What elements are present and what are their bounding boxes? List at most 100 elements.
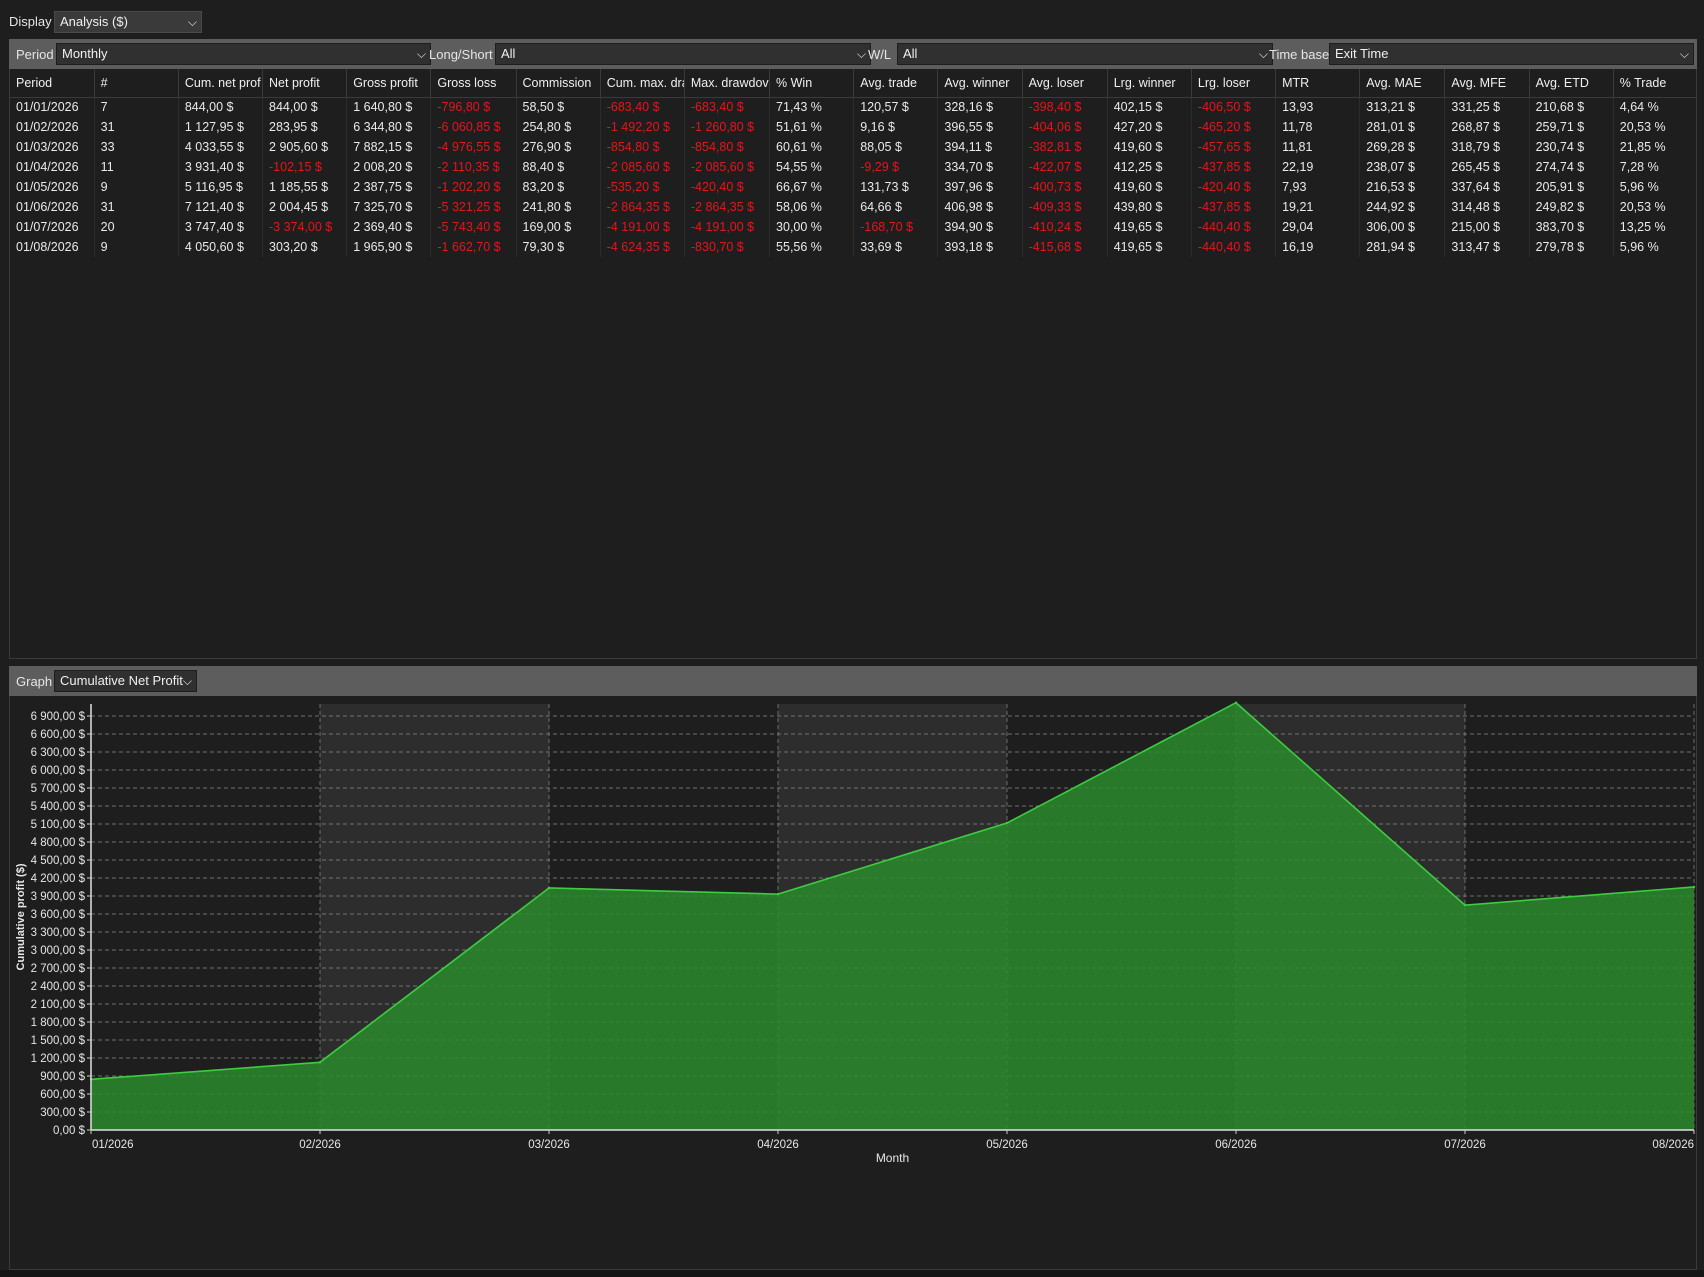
table-cell: -854,80 $	[684, 137, 771, 157]
table-cell: 216,53 $	[1359, 177, 1446, 197]
table-cell: 283,95 $	[262, 117, 348, 137]
table-cell: 303,20 $	[262, 237, 348, 257]
table-cell: 55,56 %	[769, 237, 855, 257]
period-dropdown[interactable]: Monthly ⌵	[56, 43, 431, 65]
chart-x-tick-label: 08/2026	[1652, 1139, 1694, 1151]
table-cell: 7,28 %	[1613, 157, 1696, 177]
table-cell: 169,00 $	[516, 217, 601, 237]
column-header[interactable]: Max. drawdov	[684, 69, 771, 98]
chart-y-tick-label: 3 600,00 $	[31, 909, 86, 921]
table-cell: -382,81 $	[1022, 137, 1108, 157]
column-header[interactable]: Avg. ETD	[1529, 69, 1614, 98]
column-header[interactable]: Avg. winner	[937, 69, 1023, 98]
time-base-label: Time base	[1269, 47, 1330, 62]
column-header[interactable]: Avg. MFE	[1444, 69, 1530, 98]
column-header[interactable]: % Trade	[1613, 69, 1696, 98]
table-cell: -440,40 $	[1191, 217, 1277, 237]
table-row[interactable]: 01/05/2026 9 5 116,95 $1 185,55 $2 387,75 …	[10, 177, 1696, 197]
table-cell: 279,78 $	[1529, 237, 1614, 257]
table-cell: 210,68 $	[1529, 97, 1614, 117]
table-cell: -6 060,85 $	[430, 117, 517, 137]
wl-dropdown[interactable]: All ⌵	[897, 43, 1273, 65]
table-row[interactable]: 01/01/2026 7 844,00 $844,00 $1 640,80 $ -79…	[10, 97, 1696, 117]
table-cell: -4 191,00 $	[684, 217, 771, 237]
chart-data-point	[1234, 701, 1238, 704]
table-cell: 88,05 $	[853, 137, 939, 157]
table-cell: -9,29 $	[853, 157, 939, 177]
table-cell: 58,50 $	[516, 97, 601, 117]
table-cell: 33,69 $	[853, 237, 939, 257]
column-header[interactable]: Avg. trade	[853, 69, 939, 98]
table-cell: 9	[94, 237, 179, 257]
table-cell: -4 191,00 $	[600, 217, 685, 237]
column-header[interactable]: Commission	[516, 69, 601, 98]
chart-x-tick-label: 06/2026	[1215, 1139, 1257, 1151]
chart-y-tick-label: 4 800,00 $	[31, 837, 86, 849]
table-cell: 419,60 $	[1107, 137, 1192, 157]
chart-y-tick-label: 1 800,00 $	[31, 1017, 86, 1029]
table-cell: 394,90 $	[937, 217, 1023, 237]
table-cell: 419,60 $	[1107, 177, 1192, 197]
table-cell: 215,00 $	[1444, 217, 1530, 237]
column-header[interactable]: Cum. net prof	[178, 69, 264, 98]
table-cell: 5 116,95 $	[178, 177, 264, 197]
long-short-dropdown[interactable]: All ⌵	[495, 43, 871, 65]
chart-y-tick-label: 6 600,00 $	[31, 729, 86, 741]
chart-y-tick-label: 6 000,00 $	[31, 765, 86, 777]
table-cell: -415,68 $	[1022, 237, 1108, 257]
table-cell: -2 864,35 $	[684, 197, 771, 217]
period-value: Monthly	[62, 46, 108, 61]
column-header[interactable]: MTR	[1275, 69, 1361, 98]
table-cell: 268,87 $	[1444, 117, 1530, 137]
table-cell: 334,70 $	[937, 157, 1023, 177]
table-cell: 11,78	[1275, 117, 1361, 137]
column-header[interactable]: Gross loss	[430, 69, 517, 98]
table-row[interactable]: 01/06/2026 31 7 121,40 $2 004,45 $7 325,70…	[10, 197, 1696, 217]
analysis-table-panel: Period # Cum. net prof Net profit Gross prof…	[9, 69, 1697, 659]
table-cell: 396,55 $	[937, 117, 1023, 137]
table-row[interactable]: 01/02/2026 31 1 127,95 $283,95 $6 344,80 $…	[10, 117, 1696, 137]
column-header[interactable]: Net profit	[262, 69, 348, 98]
wl-value: All	[903, 46, 918, 61]
table-cell: 313,21 $	[1359, 97, 1446, 117]
table-cell: 393,18 $	[937, 237, 1023, 257]
table-cell: 9,16 $	[853, 117, 939, 137]
table-row[interactable]: 01/03/2026 33 4 033,55 $2 905,60 $7 882,15…	[10, 137, 1696, 157]
chart-y-tick-label: 2 100,00 $	[31, 999, 86, 1011]
table-cell: 394,11 $	[937, 137, 1023, 157]
column-header[interactable]: Avg. loser	[1022, 69, 1108, 98]
table-cell: -409,33 $	[1022, 197, 1108, 217]
chart-data-point	[1463, 903, 1467, 907]
table-cell: 7,93	[1275, 177, 1361, 197]
column-header[interactable]: Lrg. loser	[1191, 69, 1277, 98]
table-cell: 313,47 $	[1444, 237, 1530, 257]
column-header[interactable]: Gross profit	[346, 69, 432, 98]
column-header[interactable]: Lrg. winner	[1107, 69, 1192, 98]
column-header[interactable]: Period	[10, 69, 95, 98]
column-header[interactable]: Avg. MAE	[1359, 69, 1446, 98]
table-cell: 01/08/2026	[10, 237, 95, 257]
time-base-dropdown[interactable]: Exit Time ⌵	[1329, 43, 1694, 65]
table-cell: 254,80 $	[516, 117, 601, 137]
table-cell: 241,80 $	[516, 197, 601, 217]
chart-y-tick-label: 5 400,00 $	[31, 801, 86, 813]
chart-y-tick-label: 6 900,00 $	[31, 711, 86, 723]
table-cell: 402,15 $	[1107, 97, 1192, 117]
chevron-down-icon: ⌵	[187, 15, 197, 29]
table-row[interactable]: 01/08/2026 9 4 050,60 $303,20 $1 965,90 $ -…	[10, 237, 1696, 257]
table-row[interactable]: 01/07/2026 20 3 747,40 $ -3 374,00 $2 369,4…	[10, 217, 1696, 237]
table-row[interactable]: 01/04/2026 11 3 931,40 $ -102,15 $2 008,20 …	[10, 157, 1696, 177]
table-cell: -1 260,80 $	[684, 117, 771, 137]
table-cell: -535,20 $	[600, 177, 685, 197]
graph-type-dropdown[interactable]: Cumulative Net Profit ⌵	[54, 670, 197, 692]
time-base-value: Exit Time	[1335, 46, 1389, 61]
table-cell: -406,50 $	[1191, 97, 1277, 117]
column-header[interactable]: Cum. max. dra	[600, 69, 685, 98]
table-cell: 01/07/2026	[10, 217, 95, 237]
display-dropdown[interactable]: Analysis ($) ⌵	[54, 11, 202, 33]
graph-toolbar: Graph Cumulative Net Profit ⌵	[9, 666, 1697, 696]
display-toolbar: Display Analysis ($) ⌵	[0, 0, 1704, 42]
column-header[interactable]: % Win	[769, 69, 855, 98]
table-cell: 244,92 $	[1359, 197, 1446, 217]
column-header[interactable]: #	[94, 69, 179, 98]
